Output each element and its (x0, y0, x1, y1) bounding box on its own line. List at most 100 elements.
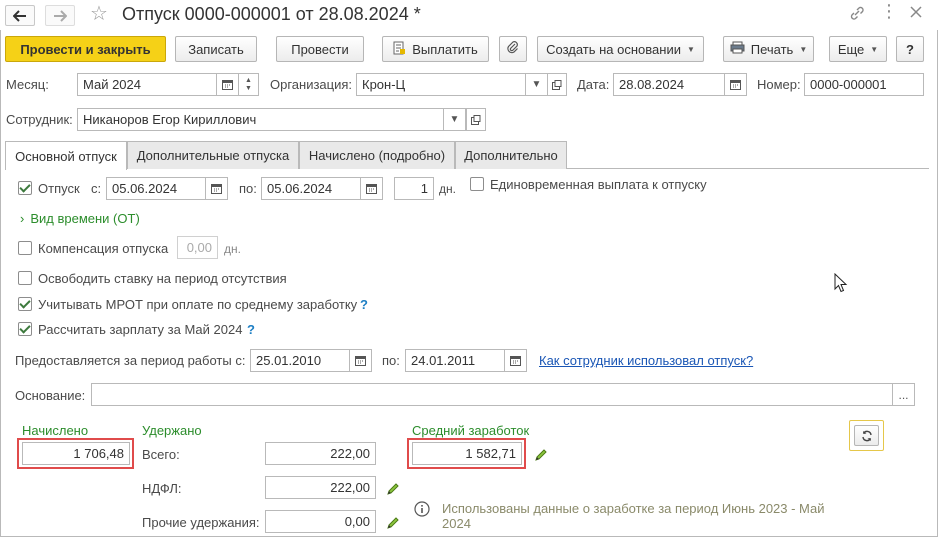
dropdown-chevron-icon[interactable]: ▼ (444, 108, 466, 131)
pay-button[interactable]: Выплатить (382, 36, 489, 62)
organization-field[interactable]: Крон-Ц (356, 73, 526, 96)
period-to-field[interactable]: 24.01.2011 (405, 349, 505, 372)
refresh-icon (854, 425, 879, 446)
average-earnings-field[interactable]: 1 582,71 (412, 442, 522, 465)
calc-salary-checkbox[interactable] (18, 322, 32, 336)
save-button[interactable]: Записать (175, 36, 257, 62)
earnings-info-text-line2: 2024 (442, 516, 471, 531)
compensation-days-field[interactable]: 0,00 (177, 236, 218, 259)
post-button[interactable]: Провести (276, 36, 364, 62)
vacation-to-field[interactable]: 05.06.2024 (261, 177, 361, 200)
vacation-days-unit: дн. (439, 182, 456, 196)
vacation-to-label: по: (239, 181, 257, 196)
month-label: Месяц: (6, 77, 49, 92)
print-button[interactable]: Печать ▼ (723, 36, 814, 62)
post-and-close-button[interactable]: Провести и закрыть (5, 36, 166, 62)
release-rate-checkbox[interactable] (18, 271, 32, 285)
title-bar: ☆ Отпуск 0000-000001 от 28.08.2024 * ⋮ (0, 0, 938, 30)
other-withholdings-field[interactable]: 0,00 (265, 510, 376, 533)
calendar-icon[interactable] (505, 349, 527, 372)
date-field[interactable]: 28.08.2024 (613, 73, 725, 96)
calendar-icon[interactable] (361, 177, 383, 200)
document-icon (393, 41, 406, 58)
period-from-field[interactable]: 25.01.2010 (250, 349, 350, 372)
tab-additional-vacations[interactable]: Дополнительные отпуска (127, 141, 299, 169)
withheld-total-label: Всего: (142, 447, 180, 462)
release-rate-label: Освободить ставку на период отсутствия (38, 271, 287, 286)
create-based-on-button[interactable]: Создать на основании ▼ (537, 36, 704, 62)
vacation-usage-link[interactable]: Как сотрудник использовал отпуск? (539, 353, 753, 368)
organization-label: Организация: (270, 77, 353, 92)
compensation-label: Компенсация отпуска (38, 241, 169, 256)
calendar-icon[interactable] (725, 73, 747, 96)
help-button[interactable]: ? (896, 36, 924, 62)
period-to-label: по: (382, 353, 400, 368)
ndfl-edit-pencil-icon[interactable] (386, 482, 400, 498)
tab-accrued-detailed[interactable]: Начислено (подробно) (299, 141, 455, 169)
stepper-down-icon[interactable]: ▼ (245, 85, 252, 93)
accrued-heading: Начислено (22, 423, 89, 438)
mrot-checkbox[interactable] (18, 297, 32, 311)
month-field[interactable]: Май 2024 (77, 73, 217, 96)
caret-down-icon: ▼ (686, 44, 695, 54)
mrot-help-icon[interactable]: ? (360, 297, 368, 312)
average-earnings-heading: Средний заработок (412, 423, 530, 438)
link-icon[interactable] (849, 5, 865, 26)
back-button[interactable] (5, 5, 35, 26)
basis-select-button[interactable]: ... (893, 383, 915, 406)
number-field[interactable]: 0000-000001 (804, 73, 924, 96)
withheld-total-field[interactable]: 222,00 (265, 442, 376, 465)
mrot-label: Учитывать МРОТ при оплате по среднему за… (38, 297, 358, 312)
print-label: Печать (750, 41, 794, 57)
favorite-star-icon[interactable]: ☆ (90, 2, 108, 26)
paperclip-icon (507, 40, 519, 58)
average-earnings-edit-pencil-icon[interactable] (534, 448, 548, 464)
time-type-link-label: Вид времени (ОТ) (30, 211, 140, 226)
other-withholdings-edit-pencil-icon[interactable] (386, 516, 400, 532)
basis-field[interactable] (91, 383, 893, 406)
recalculate-button[interactable] (849, 420, 884, 451)
open-link-icon[interactable] (547, 73, 567, 96)
ndfl-field[interactable]: 222,00 (265, 476, 376, 499)
lump-sum-label: Единовременная выплата к отпуску (490, 177, 707, 192)
vacation-from-field[interactable]: 05.06.2024 (106, 177, 206, 200)
employee-label: Сотрудник: (6, 112, 73, 127)
stepper-up-icon[interactable]: ▲ (245, 77, 252, 85)
more-menu-icon[interactable]: ⋮ (880, 2, 898, 20)
calc-salary-help-icon[interactable]: ? (247, 322, 255, 337)
withheld-heading: Удержано (142, 423, 202, 438)
lump-sum-checkbox[interactable] (470, 177, 484, 191)
tab-additional[interactable]: Дополнительно (455, 141, 567, 169)
forward-button[interactable] (45, 5, 75, 26)
vacation-days-field[interactable]: 1 (394, 177, 434, 200)
pay-button-label: Выплатить (412, 41, 478, 57)
time-type-link[interactable]: › Вид времени (ОТ) (20, 211, 140, 226)
attach-button[interactable] (499, 36, 527, 62)
compensation-checkbox[interactable] (18, 241, 32, 255)
accrued-field[interactable]: 1 706,48 (22, 442, 130, 465)
vacation-label: Отпуск (38, 181, 80, 196)
tab-main-vacation[interactable]: Основной отпуск (5, 141, 127, 170)
month-stepper[interactable]: ▲ ▼ (239, 73, 259, 96)
info-icon (414, 501, 430, 520)
employee-field[interactable]: Никаноров Егор Кириллович (77, 108, 444, 131)
calendar-icon[interactable] (217, 73, 239, 96)
arrow-right-icon (54, 9, 67, 22)
open-link-icon[interactable] (466, 108, 486, 131)
number-label: Номер: (757, 77, 801, 92)
more-button[interactable]: Еще ▼ (829, 36, 887, 62)
mouse-cursor-icon (834, 272, 848, 296)
close-icon[interactable] (909, 5, 923, 24)
dropdown-chevron-icon[interactable]: ▼ (526, 73, 548, 96)
caret-down-icon: ▼ (870, 44, 879, 54)
calendar-icon[interactable] (350, 349, 372, 372)
calendar-icon[interactable] (206, 177, 228, 200)
ndfl-label: НДФЛ: (142, 481, 182, 496)
create-based-on-label: Создать на основании (546, 41, 681, 57)
vacation-checkbox[interactable] (18, 181, 32, 195)
other-withholdings-label: Прочие удержания: (142, 515, 260, 530)
printer-icon (730, 41, 745, 57)
more-label: Еще (837, 41, 865, 57)
date-label: Дата: (577, 77, 610, 92)
chevron-right-icon: › (20, 211, 25, 226)
